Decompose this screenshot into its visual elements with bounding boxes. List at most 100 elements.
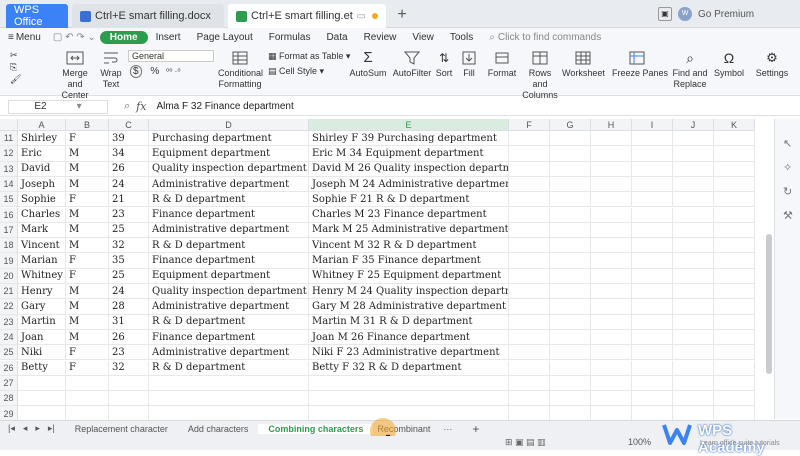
cell-k[interactable] <box>714 131 755 147</box>
cell-h[interactable] <box>591 176 632 193</box>
row-header[interactable]: 14 <box>0 176 18 193</box>
percent-format-button[interactable]: % <box>150 66 159 77</box>
cell-b[interactable]: M <box>66 146 109 162</box>
column-header-h[interactable]: H <box>591 119 632 131</box>
cell-j[interactable] <box>673 222 714 239</box>
cell-c[interactable]: 23 <box>109 207 149 223</box>
cell-g[interactable] <box>550 238 591 254</box>
column-header-b[interactable]: B <box>66 119 109 131</box>
cell-k[interactable] <box>714 176 755 193</box>
cell-k[interactable] <box>714 345 755 361</box>
command-search[interactable]: ⌕ Click to find commands <box>481 32 609 43</box>
row-header[interactable]: 16 <box>0 207 18 223</box>
cell-h[interactable] <box>591 391 632 407</box>
cell-e[interactable]: Mark M 25 Administrative department <box>309 222 509 239</box>
menu-data[interactable]: Data <box>318 32 355 43</box>
cell-e[interactable]: Joan M 26 Finance department <box>309 329 509 346</box>
cell-a[interactable]: Niki <box>18 345 66 361</box>
cell-g[interactable] <box>550 253 591 269</box>
cell-c[interactable]: 26 <box>109 329 149 346</box>
cell-d[interactable]: Administrative department <box>149 176 309 193</box>
row-header[interactable]: 25 <box>0 345 18 361</box>
cell-e[interactable] <box>309 391 509 407</box>
column-header-a[interactable]: A <box>18 119 66 131</box>
cell-b[interactable]: M <box>66 299 109 315</box>
cell-h[interactable] <box>591 146 632 162</box>
row-header[interactable]: 13 <box>0 161 18 177</box>
cell-c[interactable]: 39 <box>109 131 149 147</box>
quick-access-icons[interactable]: ▢ ↶ ↷ ⌄ <box>49 32 100 43</box>
cell-f[interactable] <box>509 253 550 269</box>
formula-input[interactable]: Alma F 32 Finance department <box>156 101 293 112</box>
cell-j[interactable] <box>673 360 714 376</box>
format-as-table-button[interactable]: ▦ Format as Table ▾ <box>268 51 350 62</box>
cell-e[interactable]: Henry M 24 Quality inspection department <box>309 284 509 300</box>
cell-f[interactable] <box>509 222 550 239</box>
cell-i[interactable] <box>632 192 673 208</box>
cell-d[interactable]: Equipment department <box>149 268 309 284</box>
cell-k[interactable] <box>714 253 755 269</box>
cell-b[interactable]: M <box>66 222 109 239</box>
cell-d[interactable]: R & D department <box>149 192 309 208</box>
cell-j[interactable] <box>673 192 714 208</box>
find-replace-button[interactable]: ⌕ Find and Replace <box>670 50 710 90</box>
cell-c[interactable]: 32 <box>109 360 149 376</box>
row-header[interactable]: 21 <box>0 284 18 300</box>
cell-d[interactable]: R & D department <box>149 314 309 330</box>
cell-a[interactable]: Mark <box>18 222 66 239</box>
cell-e[interactable]: Whitney F 25 Equipment department <box>309 268 509 284</box>
cell-h[interactable] <box>591 345 632 361</box>
cell-k[interactable] <box>714 360 755 376</box>
go-premium-link[interactable]: Go Premium <box>698 9 754 20</box>
cell-b[interactable]: M <box>66 176 109 193</box>
cell-e[interactable]: Niki F 23 Administrative department <box>309 345 509 361</box>
cell-g[interactable] <box>550 345 591 361</box>
cell-f[interactable] <box>509 284 550 300</box>
cell-g[interactable] <box>550 314 591 330</box>
cell-a[interactable]: Joan <box>18 329 66 346</box>
row-header[interactable]: 23 <box>0 314 18 330</box>
cell-f[interactable] <box>509 238 550 254</box>
cell-c[interactable]: 25 <box>109 268 149 284</box>
cell-b[interactable]: F <box>66 192 109 208</box>
cell-b[interactable] <box>66 391 109 407</box>
cell-h[interactable] <box>591 222 632 239</box>
cell-f[interactable] <box>509 375 550 392</box>
doc-tab[interactable]: Ctrl+E smart filling.docx <box>72 4 224 28</box>
fill-button[interactable]: Fill <box>460 50 478 79</box>
cell-k[interactable] <box>714 375 755 392</box>
cell-f[interactable] <box>509 146 550 162</box>
cell-e[interactable]: Charles M 23 Finance department <box>309 207 509 223</box>
cell-i[interactable] <box>632 314 673 330</box>
menu-page-layout[interactable]: Page Layout <box>189 32 261 43</box>
cell-d[interactable]: Administrative department <box>149 299 309 315</box>
cell-g[interactable] <box>550 207 591 223</box>
cell-style-button[interactable]: ▤ Cell Style ▾ <box>268 66 324 77</box>
row-header[interactable]: 17 <box>0 222 18 239</box>
cell-h[interactable] <box>591 375 632 392</box>
cell-j[interactable] <box>673 345 714 361</box>
last-sheet-icon[interactable]: ▸| <box>44 423 65 434</box>
cell-c[interactable]: 25 <box>109 222 149 239</box>
cell-i[interactable] <box>632 268 673 284</box>
cell-i[interactable] <box>632 299 673 315</box>
cell-a[interactable]: Gary <box>18 299 66 315</box>
cell-c[interactable]: 26 <box>109 161 149 177</box>
autofilter-button[interactable]: AutoFilter <box>392 50 432 79</box>
row-header[interactable]: 26 <box>0 360 18 376</box>
cell-h[interactable] <box>591 207 632 223</box>
monitor-icon[interactable]: ▭ <box>357 11 366 22</box>
cell-f[interactable] <box>509 391 550 407</box>
menu-formulas[interactable]: Formulas <box>261 32 319 43</box>
cell-a[interactable]: David <box>18 161 66 177</box>
tools-icon[interactable]: ⚒ <box>783 209 793 222</box>
cell-k[interactable] <box>714 207 755 223</box>
cell-a[interactable] <box>18 391 66 407</box>
zoom-level[interactable]: 100% <box>628 437 651 447</box>
cell-b[interactable] <box>66 375 109 392</box>
cell-j[interactable] <box>673 207 714 223</box>
cell-a[interactable]: Whitney <box>18 268 66 284</box>
zoom-search-icon[interactable]: ⌕ <box>124 100 130 113</box>
cell-d[interactable]: Finance department <box>149 329 309 346</box>
sheet-tab-replacement[interactable]: Replacement character <box>65 424 178 434</box>
